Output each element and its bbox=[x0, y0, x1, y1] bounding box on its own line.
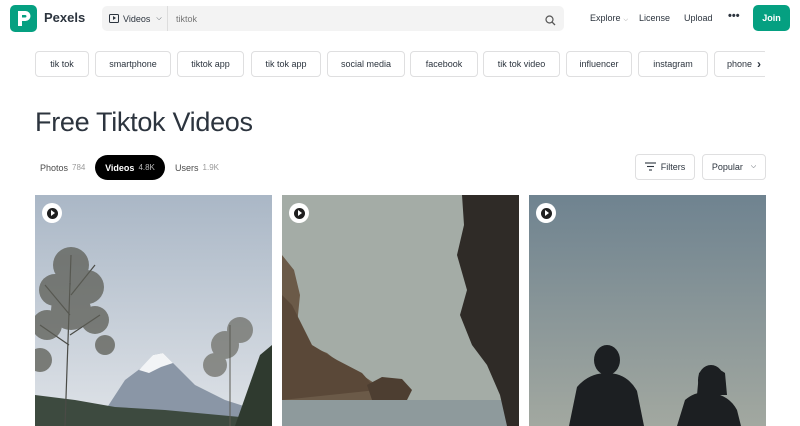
tab-label: Users bbox=[175, 162, 199, 173]
more-options-icon[interactable]: ••• bbox=[728, 10, 740, 22]
tab-count: 784 bbox=[72, 163, 86, 172]
chevron-down-icon: ⌵ bbox=[156, 14, 162, 22]
tag-chip[interactable]: tiktok app bbox=[177, 51, 244, 77]
tab-label: Videos bbox=[105, 162, 135, 173]
tab-users[interactable]: Users 1.9K bbox=[175, 155, 219, 180]
nav-license[interactable]: License bbox=[639, 13, 670, 23]
search-icon[interactable] bbox=[545, 13, 556, 31]
tag-chip[interactable]: social media bbox=[327, 51, 405, 77]
tab-count: 4.8K bbox=[138, 163, 155, 172]
tab-photos[interactable]: Photos 784 bbox=[40, 155, 85, 180]
nav-explore[interactable]: Explore ⌵ bbox=[590, 13, 628, 24]
video-card[interactable] bbox=[529, 195, 766, 426]
tag-chip[interactable]: influencer bbox=[566, 51, 632, 77]
search-type-label: Videos bbox=[123, 13, 151, 24]
video-card[interactable] bbox=[35, 195, 272, 426]
pexels-logo-icon[interactable] bbox=[10, 5, 37, 32]
tab-videos[interactable]: Videos 4.8K bbox=[95, 155, 165, 180]
related-tags: tik tok smartphone tiktok app tik tok ap… bbox=[35, 51, 765, 77]
search-bar: Videos ⌵ bbox=[102, 6, 564, 31]
header: Pexels Videos ⌵ Explore⌵ License Upload … bbox=[0, 0, 800, 38]
video-icon bbox=[109, 14, 119, 23]
filters-button[interactable]: Filters bbox=[635, 154, 695, 180]
play-icon bbox=[536, 203, 556, 223]
video-thumbnail bbox=[35, 195, 272, 426]
tag-chip[interactable]: instagram bbox=[638, 51, 708, 77]
tag-chip[interactable]: smartphone bbox=[95, 51, 171, 77]
filter-icon bbox=[644, 161, 656, 173]
play-icon bbox=[289, 203, 309, 223]
tab-label: Photos bbox=[40, 162, 69, 173]
chevron-down-icon: ⌵ bbox=[750, 163, 757, 170]
page-title: Free Tiktok Videos bbox=[35, 107, 253, 137]
nav-upload[interactable]: Upload bbox=[684, 13, 713, 23]
play-icon bbox=[42, 203, 62, 223]
chevron-right-icon[interactable]: › bbox=[752, 56, 766, 72]
search-type-dropdown[interactable]: Videos ⌵ bbox=[102, 6, 168, 31]
tag-chip[interactable]: tik tok video bbox=[483, 51, 560, 77]
tag-chip[interactable]: facebook bbox=[410, 51, 478, 77]
join-button[interactable]: Join bbox=[753, 5, 790, 31]
video-thumbnail bbox=[529, 195, 766, 426]
video-thumbnail bbox=[282, 195, 519, 426]
sort-dropdown[interactable]: Popular ⌵ bbox=[702, 154, 766, 180]
search-input[interactable] bbox=[176, 6, 536, 31]
video-card[interactable] bbox=[282, 195, 519, 426]
tab-count: 1.9K bbox=[202, 163, 219, 172]
tag-chip[interactable]: tik tok bbox=[35, 51, 89, 77]
brand-name[interactable]: Pexels bbox=[44, 10, 85, 25]
nav-explore-label: Explore bbox=[590, 13, 621, 23]
tag-chip[interactable]: tik tok app bbox=[251, 51, 321, 77]
sort-label: Popular bbox=[711, 162, 743, 172]
chevron-down-icon: ⌵ bbox=[623, 17, 629, 23]
filters-label: Filters bbox=[660, 162, 686, 172]
